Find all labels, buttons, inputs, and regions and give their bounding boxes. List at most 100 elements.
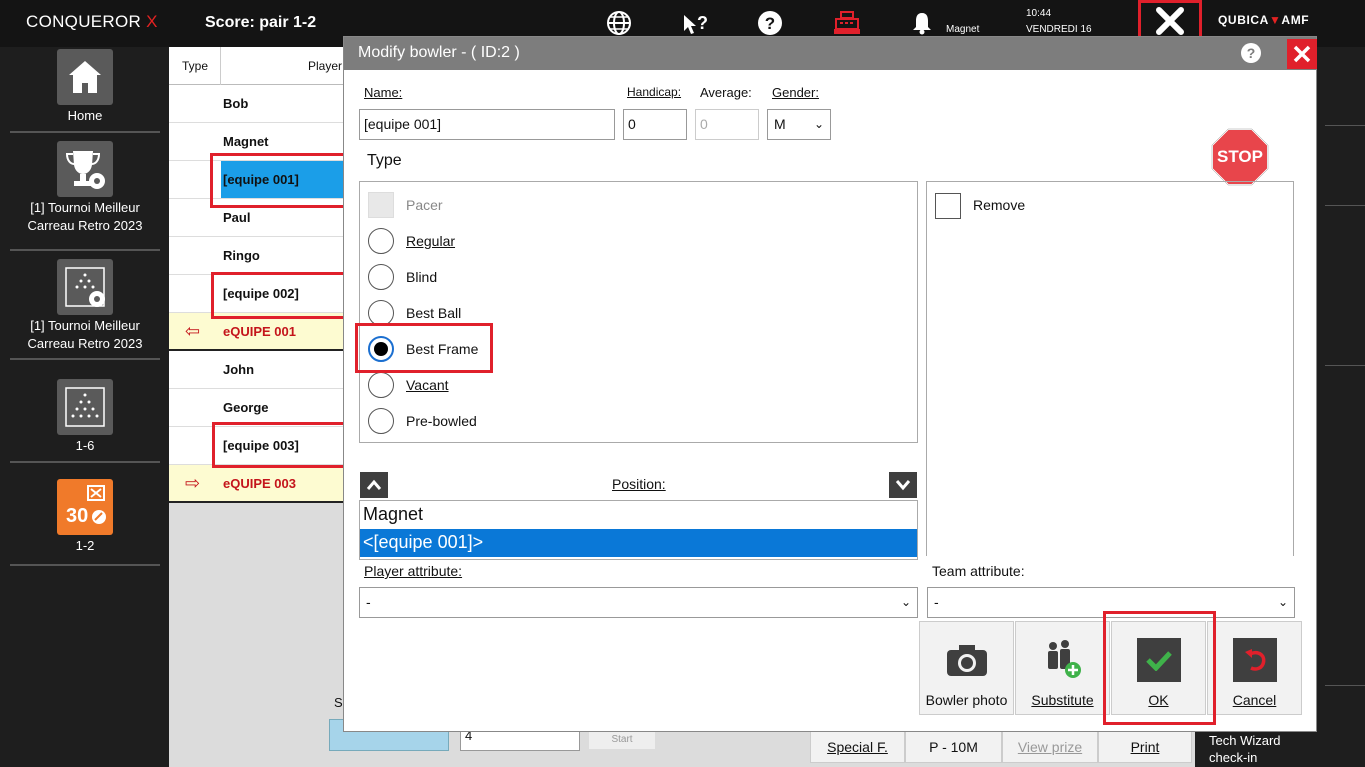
app-brand: CONQUEROR X xyxy=(26,12,158,31)
type-section-title: Type xyxy=(367,152,402,169)
table-row[interactable]: Ringo xyxy=(169,237,344,275)
score-title: Score: pair 1-2 xyxy=(205,14,317,31)
column-player: Player xyxy=(308,59,343,73)
position-list: Magnet <[equipe 001]> xyxy=(359,500,918,560)
pacer-checkbox xyxy=(368,192,394,218)
home-icon xyxy=(57,49,113,105)
player-attribute-select[interactable]: - ⌄ xyxy=(359,587,918,618)
chevron-down-icon xyxy=(895,480,911,491)
view-prize-button[interactable]: View prize xyxy=(1002,731,1098,763)
dialog-close-button[interactable] xyxy=(1287,39,1317,69)
type-option-vacant[interactable]: Vacant xyxy=(368,370,449,400)
type-option-pre-bowled[interactable]: Pre-bowled xyxy=(368,406,477,436)
dialog-title: Modify bowler - ( ID:2 ) xyxy=(344,37,1316,70)
name-label: Name: xyxy=(364,85,403,100)
help-icon[interactable]: ? xyxy=(755,8,785,38)
average-field: 0 xyxy=(695,109,759,140)
globe-icon[interactable] xyxy=(604,8,634,38)
special-f-button[interactable]: Special F. xyxy=(810,731,905,763)
sidebar-item-lanes-1-6[interactable]: 1-6 xyxy=(10,379,160,455)
type-option-regular[interactable]: Regular xyxy=(368,226,455,256)
undo-icon xyxy=(1232,638,1277,682)
arrow-right-icon: ⇨ xyxy=(185,473,201,493)
column-type: Type xyxy=(182,59,209,73)
table-row[interactable]: John xyxy=(169,351,344,389)
sidebar-item-label: 1-6 xyxy=(75,438,95,453)
highlight-box xyxy=(355,323,493,373)
sidebar-divider xyxy=(10,358,160,360)
bottom-s-label: S xyxy=(334,695,343,710)
cancel-button[interactable]: Cancel xyxy=(1207,621,1302,715)
arrow-left-icon: ⇦ xyxy=(185,321,201,341)
clock-date: VENDREDI 16 xyxy=(1026,24,1092,35)
sidebar-item-tournament-trophy[interactable]: [1] Tournoi Meilleur Carreau Retro 2023 xyxy=(10,141,160,235)
sidebar-item-tournament-pins[interactable]: [1] Tournoi Meilleur Carreau Retro 2023 xyxy=(10,259,160,353)
handicap-label: Handicap: xyxy=(627,85,682,99)
table-row[interactable]: Bob xyxy=(169,85,344,123)
p-10m-button[interactable]: P - 10M xyxy=(905,731,1002,763)
type-options: Pacer Regular Blind Best Ball Best Frame… xyxy=(355,181,918,443)
chevron-down-icon: ⌄ xyxy=(813,117,824,131)
qubica-logo: QUBICA▼AMF xyxy=(1218,13,1310,27)
radio-button[interactable] xyxy=(368,372,394,398)
team-attribute-label: Team attribute: xyxy=(932,563,1025,579)
help-icon[interactable]: ? xyxy=(1241,43,1261,63)
type-option-pacer: Pacer xyxy=(368,190,443,220)
radio-button[interactable] xyxy=(368,264,394,290)
remove-panel: Remove xyxy=(926,181,1294,556)
move-up-button[interactable] xyxy=(360,472,388,498)
svg-text:?: ? xyxy=(765,14,775,33)
substitute-button[interactable]: Substitute xyxy=(1015,621,1110,715)
sidebar-item-label: 1-2 xyxy=(75,538,95,553)
gender-select[interactable]: M ⌄ xyxy=(767,109,831,140)
cash-register-icon[interactable] xyxy=(832,8,862,38)
remove-label: Remove xyxy=(973,197,1026,213)
sidebar-divider xyxy=(10,131,160,133)
user-label: Magnet xyxy=(946,24,980,35)
team-row[interactable]: ⇨ eQUIPE 003 xyxy=(169,465,344,503)
highlight-box xyxy=(211,272,350,319)
handicap-field[interactable]: 0 xyxy=(623,109,687,140)
list-item[interactable]: Magnet xyxy=(360,501,917,529)
score-30-icon: 30 xyxy=(57,479,113,535)
sidebar-item-home[interactable]: Home xyxy=(10,49,160,125)
start-button[interactable]: Start xyxy=(589,731,655,749)
modify-bowler-dialog: Modify bowler - ( ID:2 ) ? Name: [equipe… xyxy=(343,36,1317,732)
highlight-box xyxy=(210,153,350,208)
sidebar-item-label: [1] Tournoi Meilleur Carreau Retro 2023 xyxy=(27,200,143,233)
sidebar-divider xyxy=(10,461,160,463)
chevron-down-icon: ⌄ xyxy=(900,595,911,609)
bell-icon[interactable] xyxy=(907,8,937,38)
position-label: Position: xyxy=(612,476,666,492)
average-label: Average: xyxy=(700,85,752,100)
move-down-button[interactable] xyxy=(889,472,917,498)
sidebar: Home [1] Tournoi Meilleur Carreau Retro … xyxy=(0,47,213,767)
radio-button[interactable] xyxy=(368,228,394,254)
sidebar-item-label: Home xyxy=(67,108,103,123)
type-option-blind[interactable]: Blind xyxy=(368,262,437,292)
radio-button[interactable] xyxy=(368,408,394,434)
chevron-up-icon xyxy=(366,479,382,490)
right-panel xyxy=(1317,47,1365,767)
camera-icon xyxy=(945,638,989,682)
highlight-box xyxy=(1103,611,1216,725)
svg-text:30: 30 xyxy=(66,505,88,527)
sidebar-divider xyxy=(10,249,160,251)
name-field[interactable]: [equipe 001] xyxy=(359,109,615,140)
print-button[interactable]: Print xyxy=(1098,731,1192,763)
close-icon xyxy=(1156,7,1184,35)
pointer-help-icon[interactable]: ? xyxy=(680,8,710,38)
svg-text:?: ? xyxy=(697,13,708,33)
sidebar-item-label: [1] Tournoi Meilleur Carreau Retro 2023 xyxy=(27,318,143,351)
clock-time: 10:44 xyxy=(1026,8,1052,19)
tech-wizard-button[interactable]: Tech Wizard check-in xyxy=(1196,732,1317,767)
pins-icon xyxy=(57,379,113,435)
trophy-gear-icon xyxy=(57,141,113,197)
remove-checkbox[interactable] xyxy=(935,193,961,219)
list-item-selected[interactable]: <[equipe 001]> xyxy=(360,529,917,557)
bowler-photo-button[interactable]: Bowler photo xyxy=(919,621,1014,715)
pins-gear-icon xyxy=(57,259,113,315)
sidebar-item-lanes-1-2[interactable]: 30 1-2 xyxy=(10,479,160,555)
player-attribute-label: Player attribute: xyxy=(364,563,463,579)
highlight-box xyxy=(212,422,350,468)
